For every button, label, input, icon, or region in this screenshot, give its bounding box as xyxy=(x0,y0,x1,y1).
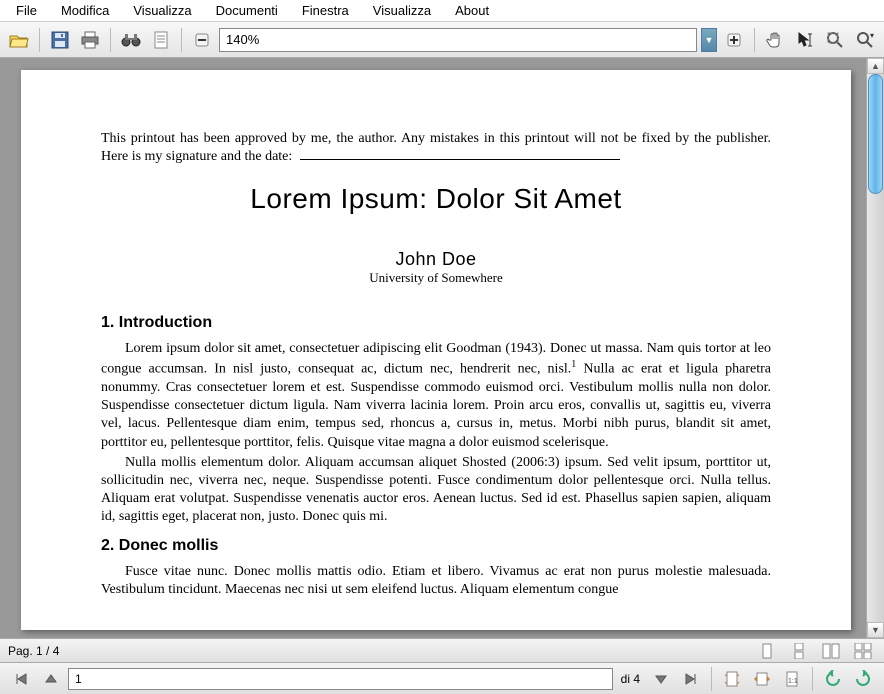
find-button[interactable] xyxy=(118,27,144,53)
properties-button[interactable] xyxy=(148,27,174,53)
last-page-button[interactable] xyxy=(678,666,704,692)
scroll-down-button[interactable]: ▼ xyxy=(867,622,884,638)
rotate-ccw-icon xyxy=(824,670,842,688)
arrow-down-icon xyxy=(654,672,668,686)
page-number-input[interactable] xyxy=(68,668,613,690)
section-1-para-2: Nulla mollis elementum dolor. Aliquam ac… xyxy=(101,454,771,527)
fit-page-icon xyxy=(724,670,740,688)
print-button[interactable] xyxy=(77,27,103,53)
minus-icon xyxy=(195,33,209,47)
toolbar-separator xyxy=(39,28,40,52)
floppy-icon xyxy=(51,31,69,49)
menu-finestra[interactable]: Finestra xyxy=(290,1,361,20)
status-bar: Pag. 1 / 4 xyxy=(0,638,884,662)
text-cursor-icon xyxy=(796,31,814,49)
prev-page-button[interactable] xyxy=(38,666,64,692)
facing-continuous-icon xyxy=(854,643,872,659)
pan-tool-button[interactable] xyxy=(762,27,788,53)
arrow-up-icon xyxy=(44,672,58,686)
document-viewer: This printout has been approved by me, t… xyxy=(0,58,884,638)
svg-text:1:1: 1:1 xyxy=(788,678,798,685)
menu-visualizza[interactable]: Visualizza xyxy=(121,1,203,20)
page-1: This printout has been approved by me, t… xyxy=(21,70,851,630)
vertical-scrollbar[interactable]: ▲ ▼ xyxy=(866,58,884,638)
menu-about[interactable]: About xyxy=(443,1,501,20)
first-page-button[interactable] xyxy=(8,666,34,692)
dynamic-zoom-button[interactable]: ▾ xyxy=(852,27,878,53)
next-page-button[interactable] xyxy=(648,666,674,692)
zoom-dropdown-button[interactable]: ▼ xyxy=(701,28,717,52)
single-page-view-button[interactable] xyxy=(754,638,780,664)
page-scroll-area[interactable]: This printout has been approved by me, t… xyxy=(0,58,866,638)
toolbar-separator xyxy=(754,28,755,52)
svg-text:▾: ▾ xyxy=(870,31,874,40)
zoom-out-button[interactable] xyxy=(189,27,215,53)
rotate-ccw-button[interactable] xyxy=(820,666,846,692)
zoom-combo: ▼ xyxy=(219,28,717,52)
folder-open-icon xyxy=(9,31,29,49)
fit-width-button[interactable] xyxy=(749,666,775,692)
scroll-up-button[interactable]: ▲ xyxy=(867,58,884,74)
hand-icon xyxy=(766,31,784,49)
document-author: John Doe xyxy=(101,249,771,270)
single-page-icon xyxy=(760,643,774,659)
section-2-para-1: Fusce vitae nunc. Donec mollis mattis od… xyxy=(101,563,771,599)
menu-modifica[interactable]: Modifica xyxy=(49,1,121,20)
scroll-track[interactable] xyxy=(867,74,884,622)
fit-width-icon xyxy=(753,671,771,687)
fit-page-button[interactable] xyxy=(719,666,745,692)
toolbar-separator xyxy=(110,28,111,52)
zoom-input[interactable] xyxy=(219,28,697,52)
actual-size-icon: 1:1 xyxy=(784,670,800,688)
actual-size-button[interactable]: 1:1 xyxy=(779,666,805,692)
document-info-icon xyxy=(153,31,169,49)
first-page-icon xyxy=(14,672,28,686)
section-1-para-1: Lorem ipsum dolor sit amet, consectetuer… xyxy=(101,340,771,452)
facing-icon xyxy=(822,643,840,659)
menubar: File Modifica Visualizza Documenti Fines… xyxy=(0,0,884,22)
document-title: Lorem Ipsum: Dolor Sit Amet xyxy=(101,183,771,215)
plus-icon xyxy=(727,33,741,47)
rotate-cw-icon xyxy=(854,670,872,688)
marquee-zoom-button[interactable] xyxy=(822,27,848,53)
menu-file[interactable]: File xyxy=(4,1,49,20)
menu-documenti[interactable]: Documenti xyxy=(204,1,290,20)
section-2-heading: 2. Donec mollis xyxy=(101,537,771,555)
facing-view-button[interactable] xyxy=(818,638,844,664)
menu-visualizza-2[interactable]: Visualizza xyxy=(361,1,443,20)
binoculars-icon xyxy=(121,32,141,48)
printer-icon xyxy=(80,31,100,49)
last-page-icon xyxy=(684,672,698,686)
approval-note: This printout has been approved by me, t… xyxy=(101,130,771,165)
text-select-tool-button[interactable] xyxy=(792,27,818,53)
signature-line xyxy=(300,159,620,160)
toolbar-separator xyxy=(181,28,182,52)
page-total-label: di 4 xyxy=(617,672,644,686)
toolbar-separator xyxy=(711,667,712,691)
document-affiliation: University of Somewhere xyxy=(101,270,771,286)
toolbar-separator xyxy=(812,667,813,691)
save-button[interactable] xyxy=(47,27,73,53)
page-indicator-label: Pag. 1 / 4 xyxy=(8,644,59,658)
facing-continuous-view-button[interactable] xyxy=(850,638,876,664)
view-mode-buttons xyxy=(754,638,876,664)
zoom-in-button[interactable] xyxy=(721,27,747,53)
main-toolbar: ▼ ▾ xyxy=(0,22,884,58)
scroll-thumb[interactable] xyxy=(868,74,883,194)
continuous-icon xyxy=(792,643,806,659)
open-button[interactable] xyxy=(6,27,32,53)
footer-navbar: di 4 1:1 xyxy=(0,662,884,694)
zoom-dynamic-icon: ▾ xyxy=(856,31,874,49)
continuous-view-button[interactable] xyxy=(786,638,812,664)
rotate-cw-button[interactable] xyxy=(850,666,876,692)
zoom-marquee-icon xyxy=(826,31,844,49)
section-1-heading: 1. Introduction xyxy=(101,314,771,332)
